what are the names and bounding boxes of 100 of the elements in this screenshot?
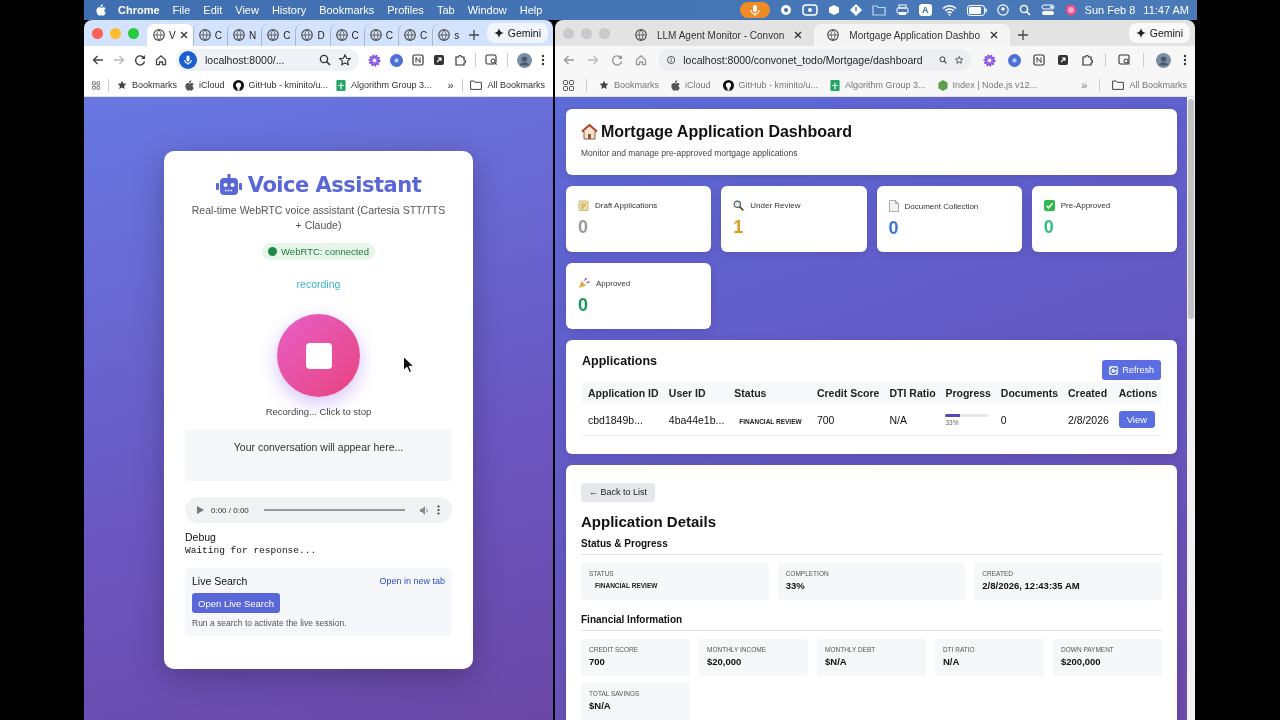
star-icon[interactable] [954,54,963,66]
alert-icon[interactable] [850,4,863,16]
more-icon[interactable] [437,505,440,515]
scrollbar-thumb[interactable] [1188,99,1194,319]
tab-search-icon[interactable] [1118,54,1131,66]
gear-icon[interactable] [368,53,381,67]
apple-icon[interactable] [96,4,106,16]
browser-tab[interactable]: Mortgage Application Dashbo [814,24,1010,46]
user-icon[interactable] [996,4,1009,16]
screen-icon[interactable] [802,4,819,16]
menu-item[interactable]: Bookmarks [319,4,375,16]
input-source-indicator[interactable]: A [919,4,932,16]
globe-icon [635,29,647,41]
control-center-icon[interactable] [1040,4,1055,16]
menu-item[interactable]: History [271,4,307,16]
browser-tab[interactable]: LLM Agent Monitor - Convon [622,24,815,46]
bookmark[interactable]: Index | Node.js v12... [937,79,1037,91]
menu-item[interactable]: View [235,4,259,16]
puzzle-icon[interactable] [1081,54,1093,66]
gear-icon[interactable] [983,53,996,67]
info-icon[interactable] [667,54,676,66]
arrow-box-icon[interactable] [1057,54,1069,66]
siri-icon[interactable] [1064,4,1077,16]
address-bar[interactable]: localhost:8000/... [176,49,359,71]
recording-status: recording [296,278,341,290]
home-icon[interactable] [155,54,167,66]
puzzle-icon[interactable] [454,54,466,66]
gemini-button[interactable]: Gemini [1128,23,1190,43]
menu-item[interactable]: File [172,4,191,16]
stat-value: 0 [1043,217,1055,238]
more-icon[interactable] [541,54,545,66]
volume-icon[interactable] [420,505,430,515]
all-bookmarks-button[interactable]: All Bookmarks [1112,80,1187,90]
scrollbar[interactable] [1187,97,1195,720]
new-tab-icon[interactable] [469,30,480,40]
reload-icon[interactable] [134,54,146,66]
bookmark[interactable]: Bookmarks [599,80,659,90]
bookmark[interactable]: iCloud [671,79,711,91]
table-cell: cbd1849b... [582,404,663,436]
bookmark[interactable]: Algorithm Group 3... [830,79,926,91]
more-bookmarks-button[interactable]: » [1081,79,1088,91]
stat-label: Approved [596,278,631,288]
battery-icon[interactable] [966,4,987,16]
all-bookmarks-button[interactable]: All Bookmarks [470,80,545,90]
menu-bar-clock[interactable]: 11:47 AM [1143,4,1189,16]
close-icon[interactable] [989,31,998,39]
record-icon[interactable] [780,4,793,16]
view-button[interactable]: View [1118,411,1156,428]
zoom-icon[interactable] [319,54,331,66]
star-icon[interactable] [339,54,351,66]
back-to-list-button[interactable]: ← Back to List [581,482,656,502]
tab-search-icon[interactable] [485,54,498,66]
sparkle-icon [1135,28,1146,38]
bookmark[interactable]: Algorithm Group 3... [336,79,432,91]
bookmark[interactable]: iCloud [185,79,225,91]
open-in-new-tab-link[interactable]: Open in new tab [379,576,445,586]
close-icon[interactable] [794,31,803,39]
back-icon[interactable] [92,54,104,66]
hexagon-icon [937,79,948,91]
address-bar[interactable]: localhost:8000/convonet_todo/Mortgage/dashboard [659,49,971,71]
bookmark[interactable]: GitHub - kminito/u... [722,79,819,91]
extension-icon[interactable] [390,53,403,67]
checkmark-icon [1043,200,1055,211]
more-icon[interactable] [1183,54,1187,66]
new-tab-icon[interactable] [1017,30,1028,40]
wifi-icon[interactable] [941,4,957,16]
menu-bar-date[interactable]: Sun Feb 8 [1084,4,1136,16]
more-bookmarks-button[interactable]: » [447,79,454,91]
bookmark[interactable]: Bookmarks [117,80,177,90]
gemini-button[interactable]: Gemini [486,23,548,43]
menu-item[interactable]: Help [519,4,543,16]
zoom-icon[interactable] [938,54,947,66]
menu-item[interactable]: Tab [436,4,455,16]
search-icon[interactable] [1018,4,1031,16]
stat-value: 0 [578,217,589,238]
menu-item[interactable]: Window [467,4,507,16]
arrow-box-icon[interactable] [433,54,445,66]
apps-grid-icon[interactable] [563,79,574,91]
audio-player[interactable]: 0:00 / 0:00 [185,497,452,523]
record-button[interactable] [277,314,360,397]
extension-icon[interactable] [1008,53,1021,67]
microphone-icon[interactable] [740,2,771,18]
profile-avatar[interactable] [517,52,532,68]
globe-icon [827,29,840,41]
menu-item[interactable]: Profiles [387,4,424,16]
open-live-search-button[interactable]: Open Live Search [192,593,281,613]
refresh-button[interactable]: Refresh [1102,360,1161,380]
menu-item[interactable]: Edit [203,4,223,16]
folder-icon[interactable] [872,4,887,16]
play-icon[interactable] [197,506,204,514]
connection-status: WebRTC: connected [262,243,375,260]
close-icon[interactable] [179,31,188,39]
browser-tab[interactable]: V [147,24,193,46]
printer-icon[interactable] [896,4,910,16]
app-menu[interactable]: Chrome [118,4,160,16]
close-window-button[interactable] [92,27,103,39]
bookmark[interactable]: GitHub - kminito/u... [232,79,329,91]
microphone-icon[interactable] [179,51,197,69]
cube-icon[interactable] [828,4,841,16]
profile-avatar[interactable] [1156,52,1171,68]
